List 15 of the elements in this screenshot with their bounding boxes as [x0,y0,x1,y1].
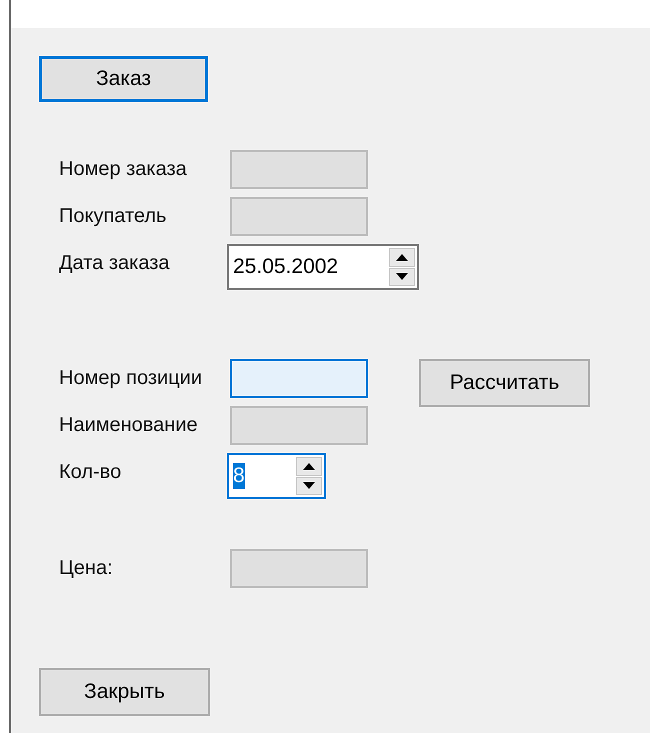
spin-value: 8 [233,463,245,489]
field-label: Дата заказа [58,251,171,276]
push-button[interactable]: Рассчитать [419,359,590,407]
spin-box[interactable]: 8 [227,453,326,499]
field-label: Цена: [58,556,114,581]
field-label: Номер позиции [58,366,203,391]
field-label: Кол-во [58,460,122,485]
push-button[interactable]: Заказ [39,56,208,102]
field-label: Номер заказа [58,157,188,182]
field-label: Наименование [58,413,199,438]
push-button[interactable]: Закрыть [39,668,210,716]
spin-value: 25.05.2002 [233,254,338,280]
field-label: Покупатель [58,204,168,229]
spin-box[interactable]: 25.05.2002 [227,244,419,290]
text-field[interactable] [230,359,368,398]
